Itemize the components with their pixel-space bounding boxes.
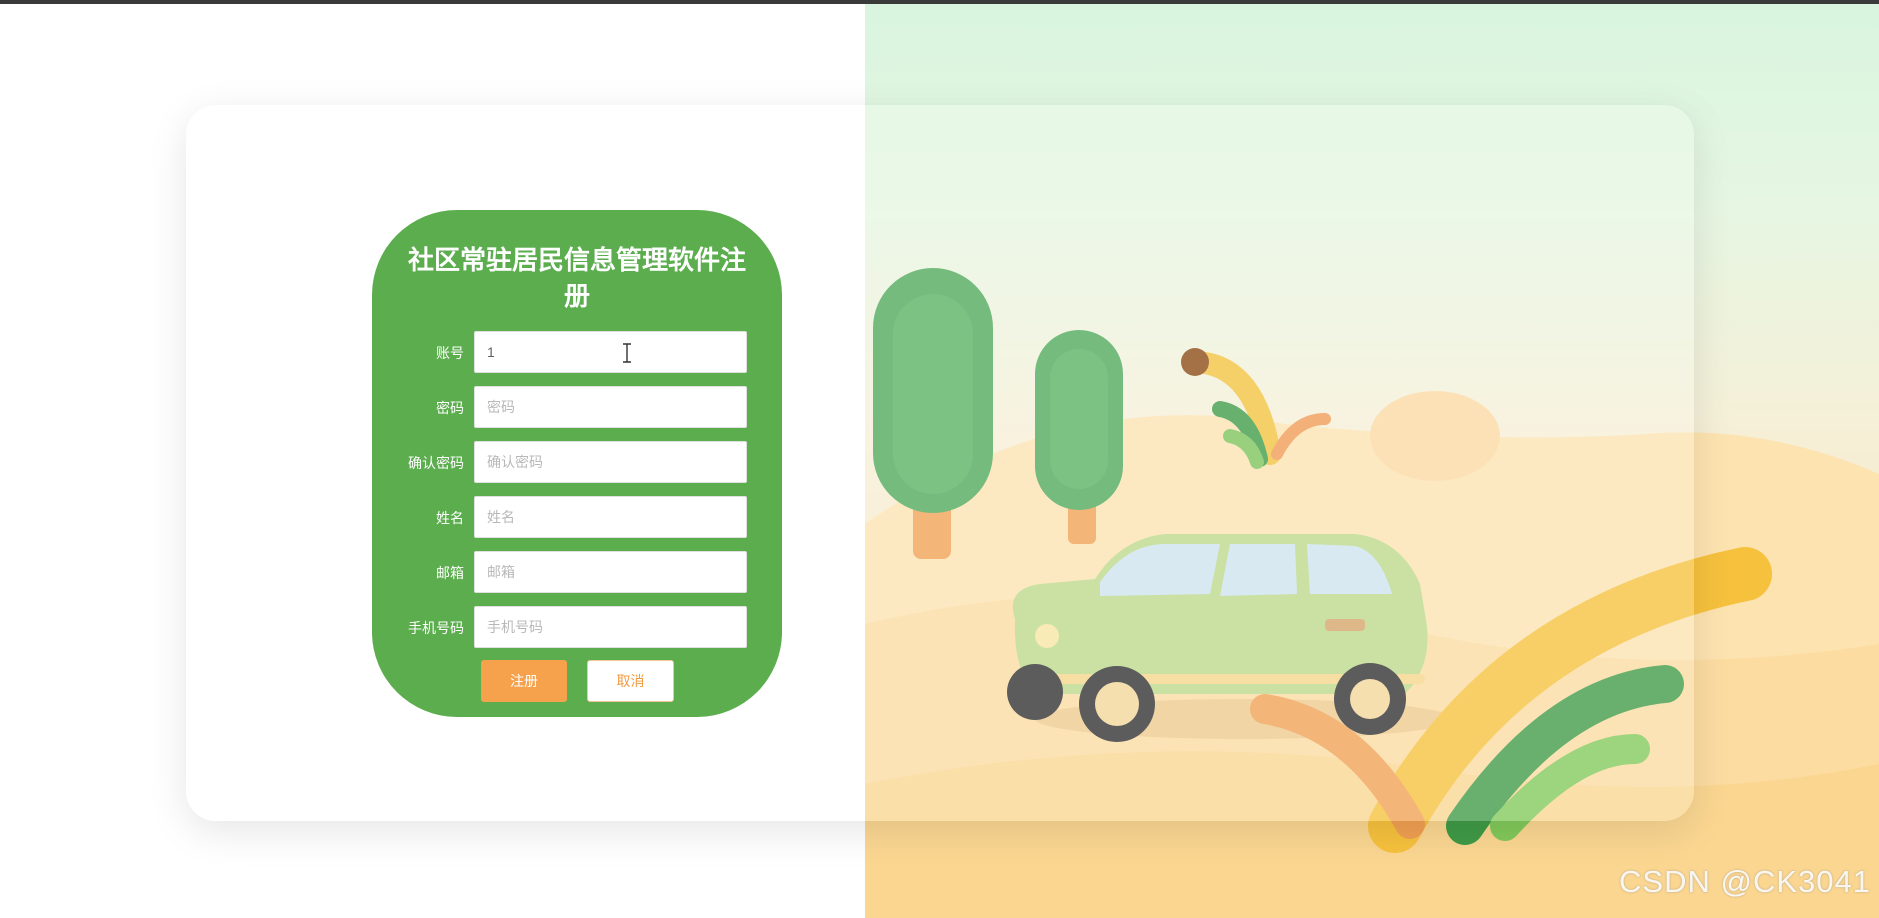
register-form: 社区常驻居民信息管理软件注册 账号 密码 确认密码 姓名 邮箱 手机号码 xyxy=(372,210,782,717)
watermark: CSDN @CK3041 xyxy=(1619,864,1871,899)
form-title: 社区常驻居民信息管理软件注册 xyxy=(407,245,746,311)
form-row-email: 邮箱 xyxy=(372,551,782,595)
register-page: 社区常驻居民信息管理软件注册 账号 密码 确认密码 姓名 邮箱 手机号码 xyxy=(0,0,1879,918)
register-button[interactable]: 注册 xyxy=(481,660,567,702)
email-label: 邮箱 xyxy=(436,565,464,581)
form-row-account: 账号 xyxy=(372,331,782,375)
confirm-password-label: 确认密码 xyxy=(408,455,464,471)
window-top-border xyxy=(0,0,1879,4)
phone-input[interactable] xyxy=(474,606,747,648)
name-input[interactable] xyxy=(474,496,747,538)
password-input[interactable] xyxy=(474,386,747,428)
password-label: 密码 xyxy=(436,400,464,416)
phone-label: 手机号码 xyxy=(408,620,464,636)
form-row-phone: 手机号码 xyxy=(372,606,782,650)
account-input[interactable] xyxy=(474,331,747,373)
cancel-button[interactable]: 取消 xyxy=(587,660,674,702)
form-row-password: 密码 xyxy=(372,386,782,430)
account-label: 账号 xyxy=(436,345,464,361)
card-right-glass xyxy=(865,105,1694,821)
email-input[interactable] xyxy=(474,551,747,593)
name-label: 姓名 xyxy=(436,510,464,526)
form-row-name: 姓名 xyxy=(372,496,782,540)
form-row-confirm-password: 确认密码 xyxy=(372,441,782,485)
confirm-password-input[interactable] xyxy=(474,441,747,483)
